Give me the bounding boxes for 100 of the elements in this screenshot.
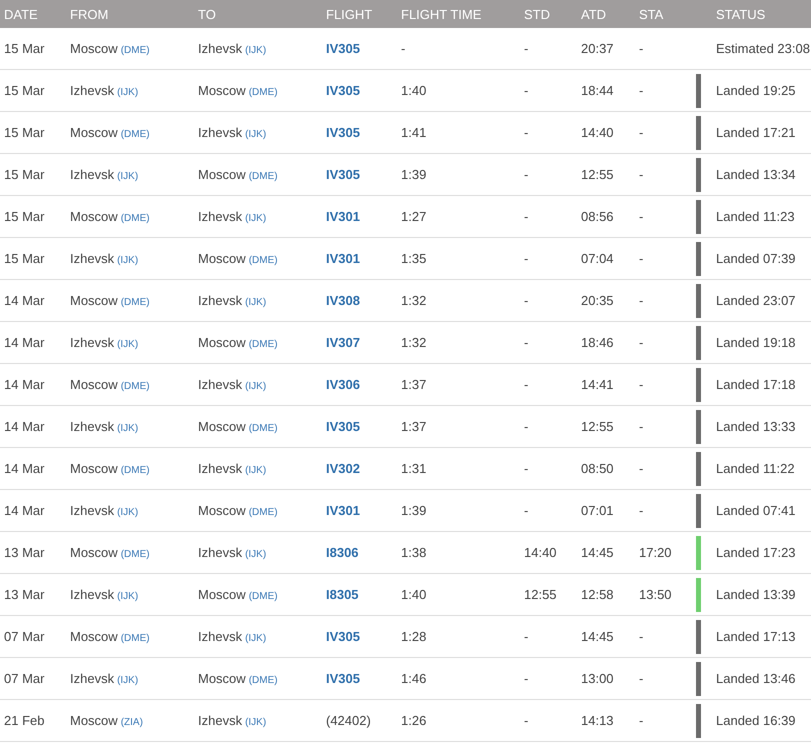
sta-cell-text: -	[639, 41, 644, 56]
sta-cell-text: -	[639, 713, 644, 728]
airport-cell-text: Moscow (DME)	[198, 251, 279, 266]
atd-cell-text: 14:41	[581, 377, 615, 392]
airport-cell-text: Moscow (DME)	[70, 545, 151, 560]
flight-link[interactable]: IV305	[326, 125, 360, 140]
airport-cell-text: Moscow (DME)	[198, 335, 279, 350]
sta-cell-text: -	[639, 167, 644, 182]
flight-link[interactable]: IV305	[326, 419, 360, 434]
status-cell-text: Landed 11:22	[716, 461, 796, 476]
std-cell-text: -	[524, 503, 530, 518]
airport-cell-text: Moscow (DME)	[70, 293, 151, 308]
atd-cell-text: 18:46	[581, 335, 615, 350]
flight-time-cell-text: 1:26	[401, 713, 428, 728]
atd-cell-text: 07:04	[581, 251, 615, 266]
flight-link[interactable]: IV305	[326, 167, 360, 182]
flight-link[interactable]: I8306	[326, 545, 359, 560]
atd-cell-text: 08:56	[581, 209, 615, 224]
flight-link[interactable]: IV305	[326, 671, 360, 686]
date-cell-text: 15 Mar	[4, 41, 46, 56]
flight-link[interactable]: IV308	[326, 293, 360, 308]
flight-time-cell-text: 1:28	[401, 629, 428, 644]
sta-cell-text: 13:50	[639, 587, 673, 602]
flight-link[interactable]: IV301	[326, 209, 360, 224]
std-cell-text: 12:55	[524, 587, 558, 602]
flight-time-cell-text: 1:38	[401, 545, 428, 560]
flight-link[interactable]: IV305	[326, 629, 360, 644]
airport-cell-text: Moscow (DME)	[198, 83, 279, 98]
date-cell-text: 14 Mar	[4, 461, 46, 476]
date-cell-text: 15 Mar	[4, 83, 46, 98]
status-cell-text: Landed 13:33	[716, 419, 797, 434]
date-cell-text: 15 Mar	[4, 209, 46, 224]
atd-cell-text: 20:37	[581, 41, 615, 56]
flight-link[interactable]: IV301	[326, 251, 360, 266]
airport-cell-text: Moscow (DME)	[198, 671, 279, 686]
flight-link[interactable]: IV307	[326, 335, 360, 350]
status-cell-text: Landed 17:21	[716, 125, 797, 140]
flight-time-cell-text: -	[401, 41, 406, 56]
sta-cell-text: -	[639, 461, 644, 476]
flight-link[interactable]: IV305	[326, 41, 360, 56]
airport-cell-text: Moscow (DME)	[70, 125, 151, 140]
sta-cell-text: -	[639, 251, 644, 266]
airport-cell-text: Izhevsk (IJK)	[198, 377, 268, 392]
std-cell-text: -	[524, 293, 530, 308]
std-cell-text: -	[524, 335, 530, 350]
sta-cell-text: -	[639, 209, 644, 224]
status-cell-text: Landed 07:39	[716, 251, 797, 266]
atd-cell-text: 14:45	[581, 629, 615, 644]
airport-cell-text: Izhevsk (IJK)	[70, 335, 140, 350]
date-cell-text: 14 Mar	[4, 335, 46, 350]
std-cell-text: -	[524, 209, 530, 224]
std-cell-text: -	[524, 419, 530, 434]
status-cell-text: Landed 13:34	[716, 167, 797, 182]
flight-link[interactable]: IV306	[326, 377, 360, 392]
date-cell-text: 13 Mar	[4, 587, 46, 602]
status-cell-text: Landed 07:41	[716, 503, 797, 518]
std-cell-text: -	[524, 167, 530, 182]
airport-cell-text: Izhevsk (IJK)	[70, 419, 140, 434]
column-header: STA	[639, 6, 664, 22]
airport-cell-text: Izhevsk (IJK)	[198, 713, 268, 728]
flight-time-cell-text: 1:32	[401, 335, 428, 350]
column-header: FROM	[70, 6, 110, 22]
status-cell-text: Landed 19:25	[716, 83, 797, 98]
airport-cell-text: Izhevsk (IJK)	[198, 41, 268, 56]
sta-cell-text: -	[639, 629, 644, 644]
status-cell-text: Landed 16:39	[716, 713, 797, 728]
airport-cell-text: Izhevsk (IJK)	[198, 629, 268, 644]
std-cell-text: -	[524, 251, 530, 266]
flight-time-cell-text: 1:37	[401, 419, 428, 434]
airport-cell-text: Moscow (DME)	[198, 419, 279, 434]
column-header: FLIGHT	[326, 6, 374, 22]
sta-cell-text: -	[639, 377, 644, 392]
date-cell-text: 15 Mar	[4, 167, 46, 182]
flight-link[interactable]: IV305	[326, 83, 360, 98]
sta-cell-text: -	[639, 83, 644, 98]
sta-cell-text: 17:20	[639, 545, 673, 560]
atd-cell-text: 20:35	[581, 293, 615, 308]
airport-cell-text: Moscow (DME)	[198, 587, 279, 602]
flight-time-cell-text: 1:40	[401, 83, 428, 98]
airport-cell-text: Moscow (DME)	[70, 377, 151, 392]
status-cell-text: Landed 19:18	[716, 335, 797, 350]
date-cell-text: 15 Mar	[4, 251, 46, 266]
atd-cell-text: 13:00	[581, 671, 615, 686]
sta-cell-text: -	[639, 671, 644, 686]
atd-cell-text: 07:01	[581, 503, 615, 518]
flight-time-cell-text: 1:31	[401, 461, 428, 476]
atd-cell-text: 08:50	[581, 461, 615, 476]
atd-cell-text: 12:55	[581, 167, 615, 182]
sta-cell-text: -	[639, 419, 644, 434]
date-cell-text: 14 Mar	[4, 419, 46, 434]
airport-cell-text: Izhevsk (IJK)	[70, 503, 140, 518]
flight-link[interactable]: IV301	[326, 503, 360, 518]
sta-cell-text: -	[639, 335, 644, 350]
flight-time-cell-text: 1:32	[401, 293, 428, 308]
status-cell-text: Landed 13:39	[716, 587, 797, 602]
flight-link[interactable]: IV302	[326, 461, 360, 476]
airport-cell-text: Moscow (DME)	[70, 461, 151, 476]
flight-link[interactable]: I8305	[326, 587, 359, 602]
sta-cell-text: -	[639, 503, 644, 518]
flight-time-cell-text: 1:35	[401, 251, 428, 266]
